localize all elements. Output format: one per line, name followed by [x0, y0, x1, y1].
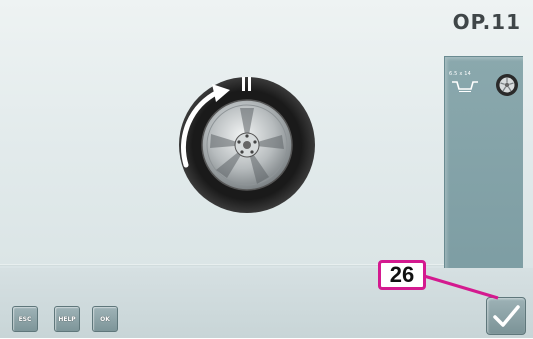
esc-button[interactable]: ESC: [12, 306, 38, 332]
esc-button-label: ESC: [18, 315, 32, 323]
help-button[interactable]: HELP: [54, 306, 80, 332]
wheel-data-panel: 6.5 x 14: [444, 56, 523, 282]
callout-number: 26: [389, 262, 415, 287]
tyre-rotation-icon: [179, 77, 315, 213]
confirm-button[interactable]: [486, 297, 526, 335]
operation-label: OP.11: [452, 10, 521, 34]
ok-softkey[interactable]: OK: [92, 306, 118, 332]
rim-size-text: 6.5 x 14: [449, 71, 472, 77]
machine-screen: OP.11 6.5 x 14 ESC HELP OK 26: [0, 0, 533, 338]
rim-profile-icon: [452, 81, 478, 92]
wheel-icon: [496, 74, 518, 96]
checkmark-icon: [493, 305, 520, 327]
ok-softkey-label: OK: [100, 315, 110, 323]
help-button-label: HELP: [58, 315, 76, 323]
callout-badge: 26: [378, 260, 426, 290]
